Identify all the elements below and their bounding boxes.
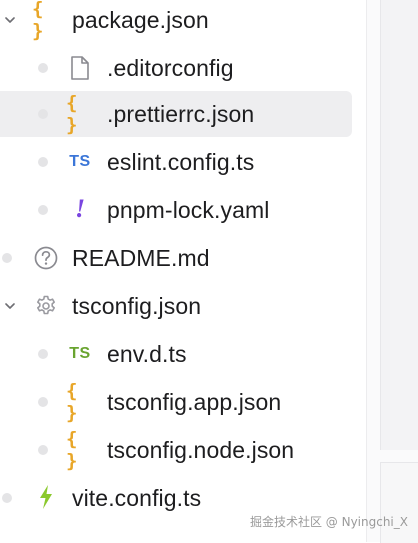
file-tree: { } package.json .editorconfig { } .pret… (0, 0, 366, 542)
tree-guide-dot (2, 253, 12, 263)
tree-item-label: eslint.config.ts (107, 149, 255, 175)
exclamation-icon: ! (74, 194, 86, 223)
json-braces-icon: { } (66, 92, 77, 136)
tree-guide-dot (2, 493, 12, 503)
tree-item-prettierrc[interactable]: { } .prettierrc.json (0, 91, 352, 137)
json-braces-icon: { } (66, 380, 77, 424)
lightning-icon (32, 483, 60, 511)
tree-item-label: package.json (72, 7, 209, 33)
tree-item-label: tsconfig.node.json (107, 437, 295, 463)
tree-item-label: pnpm-lock.yaml (107, 197, 270, 223)
tree-guide-dot (38, 63, 48, 73)
tree-guide-dot (38, 349, 48, 359)
tree-item-package-json[interactable]: { } package.json (0, 0, 366, 43)
gear-icon (32, 292, 60, 320)
tree-item-env-d-ts[interactable]: TS env.d.ts (0, 331, 366, 377)
tree-item-pnpm-lock[interactable]: ! pnpm-lock.yaml (0, 187, 366, 233)
tree-guide-dot (38, 205, 48, 215)
tree-item-readme[interactable]: README.md (0, 235, 366, 281)
tree-item-tsconfig-node[interactable]: { } tsconfig.node.json (0, 427, 366, 473)
tree-item-eslint-config[interactable]: TS eslint.config.ts (0, 139, 366, 185)
chevron-down-icon[interactable] (5, 301, 15, 311)
tree-item-label: tsconfig.app.json (107, 389, 282, 415)
tree-item-label: README.md (72, 245, 210, 271)
file-icon (66, 54, 94, 82)
panel-corner (380, 462, 418, 543)
tree-item-tsconfig[interactable]: tsconfig.json (0, 283, 366, 329)
typescript-icon: TS (69, 345, 91, 362)
tree-item-label: .prettierrc.json (107, 101, 255, 127)
tree-item-label: .editorconfig (107, 55, 234, 81)
question-circle-icon (32, 244, 60, 272)
tree-item-tsconfig-app[interactable]: { } tsconfig.app.json (0, 379, 366, 425)
tree-item-label: env.d.ts (107, 341, 187, 367)
watermark: 掘金技术社区 @ Nyingchi_X (249, 515, 408, 529)
scrollbar-track[interactable] (380, 0, 418, 450)
chevron-down-icon[interactable] (5, 15, 15, 25)
json-braces-icon: { } (32, 0, 43, 42)
tree-guide-dot (38, 109, 48, 119)
tree-item-editorconfig[interactable]: .editorconfig (0, 45, 366, 91)
tree-item-label: vite.config.ts (72, 485, 202, 511)
tree-item-label: tsconfig.json (72, 293, 202, 319)
json-braces-icon: { } (66, 428, 77, 472)
tree-guide-dot (38, 445, 48, 455)
tree-guide-dot (38, 397, 48, 407)
typescript-icon: TS (69, 153, 91, 170)
tree-guide-dot (38, 157, 48, 167)
